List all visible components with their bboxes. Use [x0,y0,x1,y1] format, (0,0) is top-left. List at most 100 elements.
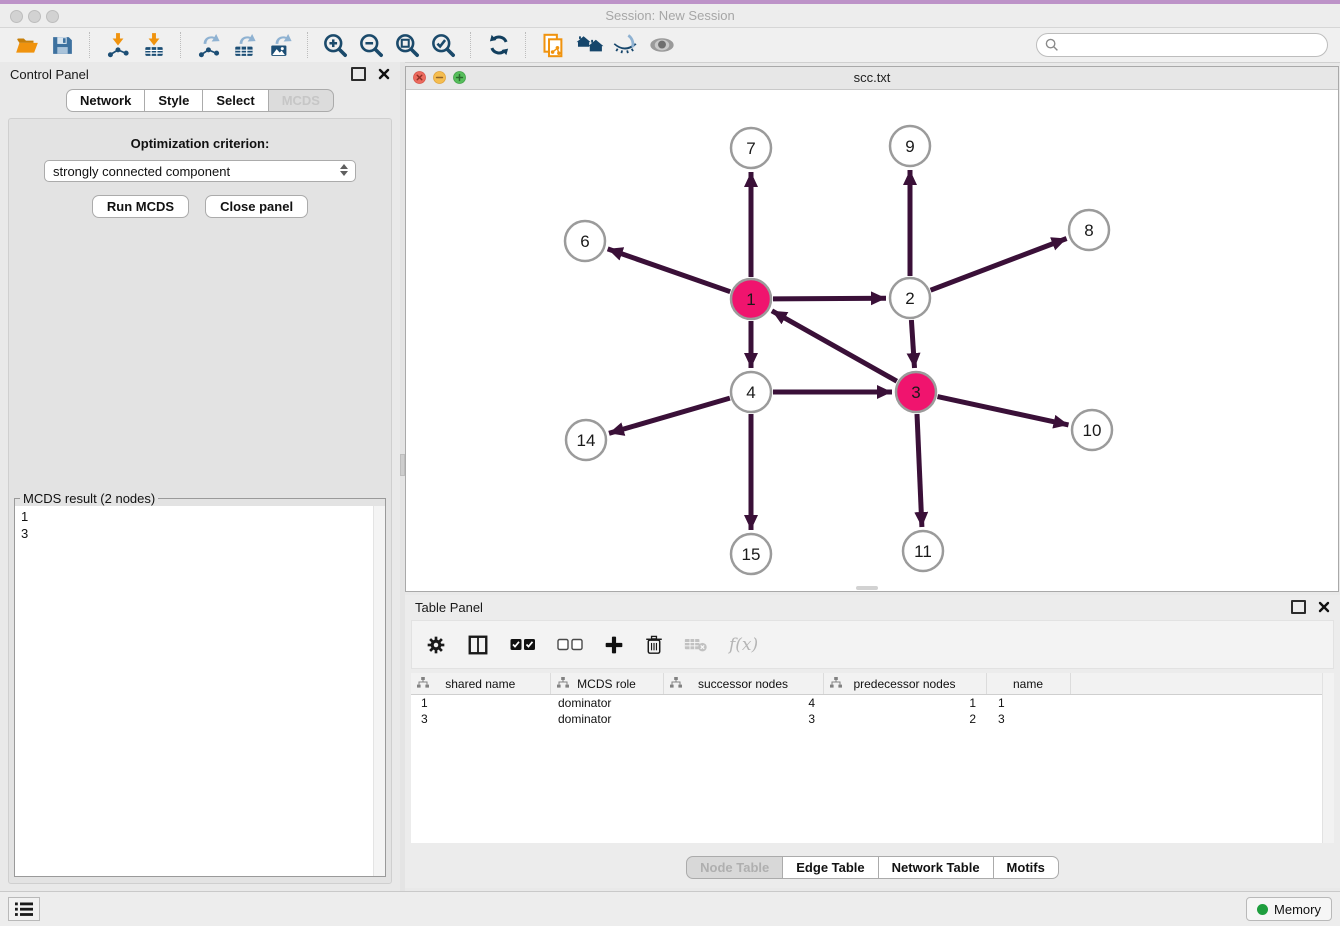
show-column-icon[interactable] [467,634,489,656]
graph-edge-4-14[interactable] [609,398,730,433]
task-history-button[interactable] [8,897,40,921]
tab-style[interactable]: Style [145,89,203,112]
graph-node-15[interactable]: 15 [731,534,771,574]
network-canvas[interactable]: 7 9 6 8 1 2 4 3 14 10 15 11 [406,90,1338,591]
table-panel-title: Table Panel [415,600,483,615]
table-header-row: shared name MCDS role successor nodes pr… [411,673,1334,695]
close-panel-icon[interactable] [378,68,390,80]
graph-edge-3-10[interactable] [938,397,1069,425]
svg-text:4: 4 [746,383,755,402]
graph-node-10[interactable]: 10 [1072,410,1112,450]
node-table-grid: shared name MCDS role successor nodes pr… [411,673,1334,727]
tab-select[interactable]: Select [203,89,268,112]
run-mcds-button[interactable]: Run MCDS [92,195,189,218]
svg-text:2: 2 [905,289,914,308]
minimize-window-button[interactable] [28,10,41,23]
delete-table-icon[interactable] [684,636,708,654]
svg-text:1: 1 [746,290,755,309]
export-image-icon[interactable] [264,29,297,61]
table-cell: 3 [986,711,1070,727]
graph-edge-2-3[interactable] [911,320,914,368]
search-box [1036,33,1328,57]
tab-edge-table[interactable]: Edge Table [783,856,878,879]
svg-text:6: 6 [580,232,589,251]
tab-mcds[interactable]: MCDS [269,89,334,112]
graph-edge-1-2[interactable] [773,298,886,299]
graph-node-8[interactable]: 8 [1069,210,1109,250]
table-scrollbar[interactable] [1322,673,1334,843]
graph-node-2[interactable]: 2 [890,278,930,318]
zoom-network-button[interactable] [453,71,466,84]
search-input[interactable] [1036,33,1328,57]
column-header-predecessor-nodes[interactable]: predecessor nodes [823,673,986,695]
unselect-all-icon[interactable] [557,638,583,651]
close-window-button[interactable] [10,10,23,23]
tab-network-table[interactable]: Network Table [879,856,994,879]
import-table-icon[interactable] [137,29,170,61]
show-graphics-details-icon[interactable] [645,29,678,61]
search-icon [1045,38,1059,52]
graph-node-4[interactable]: 4 [731,372,771,412]
graph-edge-2-8[interactable] [931,239,1067,291]
float-table-panel-icon[interactable] [1291,600,1306,614]
graph-node-3[interactable]: 3 [896,372,936,412]
export-table-icon[interactable] [228,29,261,61]
graph-node-11[interactable]: 11 [903,531,943,571]
toolbar-separator [470,32,472,58]
export-network-icon[interactable] [192,29,225,61]
optimization-criterion-value: strongly connected component [53,164,230,179]
table-settings-gear-icon[interactable] [426,635,446,655]
table-cell: 3 [411,711,550,727]
svg-text:10: 10 [1083,421,1102,440]
column-header-shared-name[interactable]: shared name [411,673,550,695]
open-session-icon[interactable] [10,29,43,61]
graph-edge-3-11[interactable] [917,414,922,527]
import-network-icon[interactable] [101,29,134,61]
table-panel-header: Table Panel [405,595,1340,619]
close-panel-button[interactable]: Close panel [205,195,308,218]
refresh-styles-icon[interactable] [482,29,515,61]
first-neighbors-icon[interactable] [573,29,606,61]
zoom-window-button[interactable] [46,10,59,23]
tab-network[interactable]: Network [66,89,145,112]
tab-node-table[interactable]: Node Table [686,856,783,879]
graph-node-1[interactable]: 1 [731,279,771,319]
column-header-mcds-role[interactable]: MCDS role [550,673,663,695]
table-row[interactable]: 1dominator411 [411,695,1334,712]
graph-node-7[interactable]: 7 [731,128,771,168]
graph-node-14[interactable]: 14 [566,420,606,460]
add-column-icon[interactable] [604,635,624,655]
clone-network-icon[interactable] [537,29,570,61]
hide-graphics-details-icon[interactable] [609,29,642,61]
canvas-hscroll-thumb[interactable] [856,586,878,590]
zoom-selected-icon[interactable] [427,29,460,61]
select-all-icon[interactable] [510,638,536,651]
graph-node-6[interactable]: 6 [565,221,605,261]
delete-column-icon[interactable] [645,635,663,655]
close-table-panel-icon[interactable] [1318,601,1330,613]
status-bar: Memory [0,891,1340,926]
function-builder-icon[interactable]: f(x) [729,635,758,655]
optimization-criterion-select[interactable]: strongly connected component [44,160,356,182]
float-panel-icon[interactable] [351,67,366,81]
window-controls [10,10,59,23]
result-scrollbar[interactable] [373,506,385,876]
application-window: Session: New Session Control Panel [0,0,1340,926]
minimize-network-button[interactable] [433,71,446,84]
zoom-out-icon[interactable] [355,29,388,61]
svg-text:9: 9 [905,137,914,156]
graph-edge-1-6[interactable] [608,249,731,292]
column-header-name[interactable]: name [986,673,1070,695]
table-row[interactable]: 3dominator323 [411,711,1334,727]
column-tree-icon [417,677,429,691]
memory-button[interactable]: Memory [1246,897,1332,921]
tab-motifs[interactable]: Motifs [994,856,1059,879]
close-network-button[interactable] [413,71,426,84]
zoom-in-icon[interactable] [319,29,352,61]
column-header-successor-nodes[interactable]: successor nodes [663,673,823,695]
graph-node-9[interactable]: 9 [890,126,930,166]
network-graph: 7 9 6 8 1 2 4 3 14 10 15 11 [406,90,1338,593]
graph-edge-3-1[interactable] [772,311,897,381]
save-session-icon[interactable] [46,29,79,61]
zoom-fit-icon[interactable] [391,29,424,61]
